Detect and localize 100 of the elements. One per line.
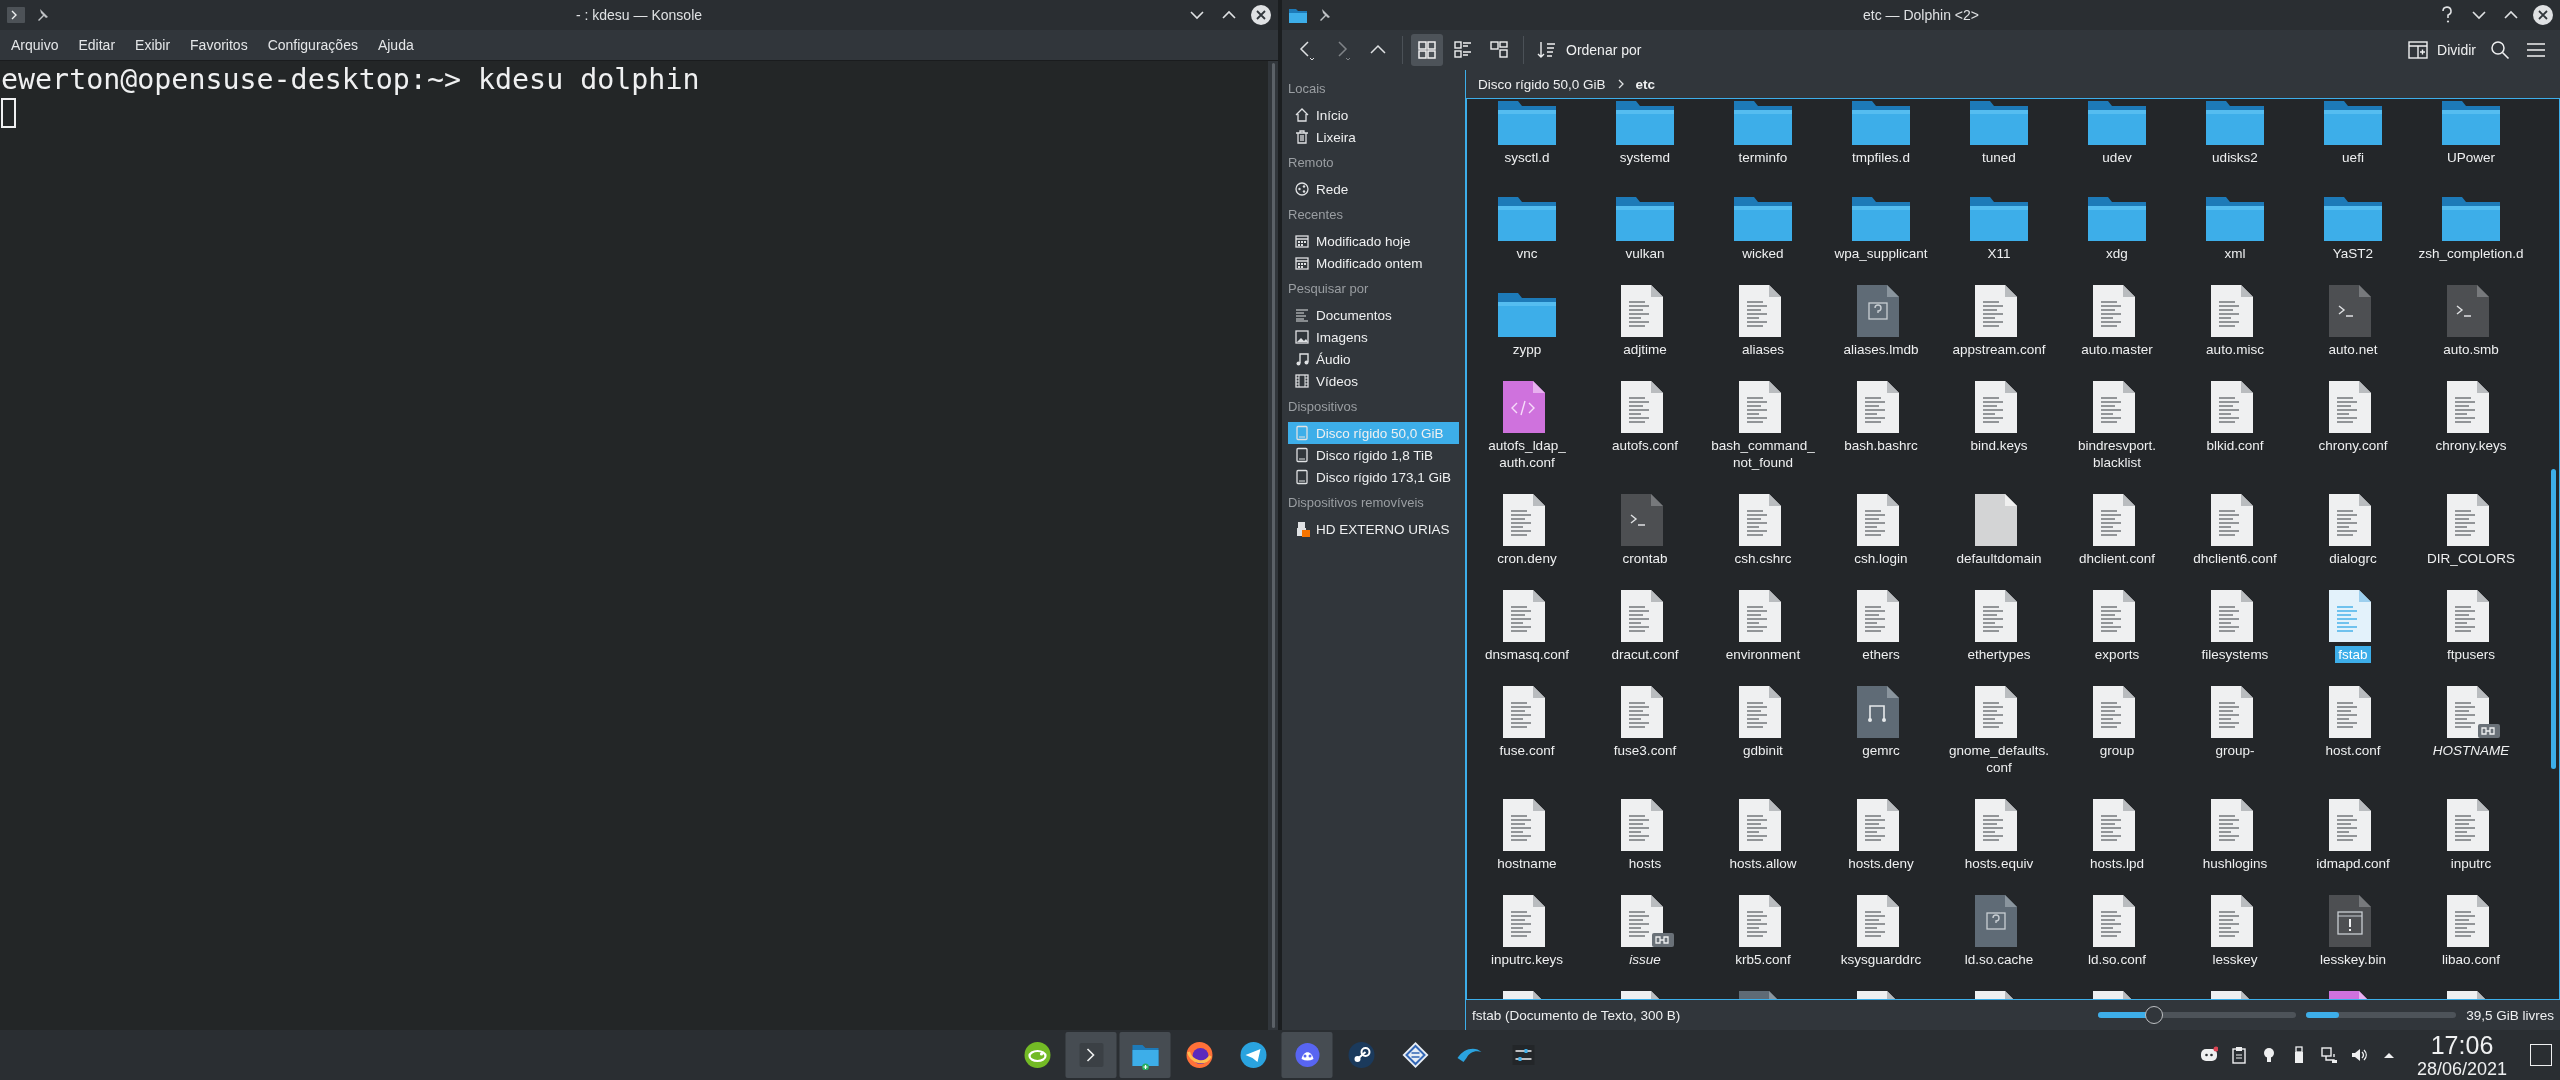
file-name[interactable]: uefi (2339, 149, 2367, 166)
file-name[interactable]: hosts (1625, 855, 1665, 872)
scrollbar[interactable] (1268, 61, 1278, 1030)
file-name[interactable]: group (2096, 742, 2138, 759)
sidebar-item[interactable]: Áudio (1288, 348, 1459, 370)
file-name[interactable]: gdbinit (1740, 742, 1786, 759)
file-name[interactable]: hosts.allow (1726, 855, 1800, 872)
file-name[interactable]: zsh_completion.d (2415, 245, 2527, 262)
file-name[interactable]: HOSTNAME (2429, 742, 2513, 759)
file-name[interactable]: crontab (1619, 550, 1671, 567)
file-name[interactable]: chrony.conf (2315, 437, 2391, 454)
file-name[interactable]: autofs.conf (1608, 437, 1682, 454)
file-name[interactable]: group- (2212, 742, 2258, 759)
sidebar-item[interactable]: Vídeos (1288, 370, 1459, 392)
file-name[interactable]: krb5.conf (1732, 951, 1794, 968)
file-name[interactable]: exports (2091, 646, 2143, 663)
file-name[interactable]: hushlogins (2199, 855, 2271, 872)
file-name[interactable]: systemd (1616, 149, 1674, 166)
file-name[interactable]: issue (1626, 951, 1664, 968)
file-name[interactable]: host.conf (2322, 742, 2384, 759)
volume-icon[interactable] (2350, 1046, 2368, 1064)
clock-time[interactable]: 17:06 (2430, 1032, 2494, 1058)
file-name[interactable]: inputrc (2447, 855, 2495, 872)
sidebar-item[interactable]: Modificado ontem (1288, 252, 1459, 274)
file-name[interactable]: YaST2 (2329, 245, 2377, 262)
file-name[interactable]: sysctl.d (1501, 149, 1553, 166)
file-name[interactable]: libao.conf (2439, 951, 2503, 968)
file-name[interactable]: udev (2099, 149, 2135, 166)
slider-handle[interactable] (2144, 1006, 2163, 1024)
file-name[interactable]: hosts.lpd (2086, 855, 2147, 872)
file-name[interactable]: fuse.conf (1496, 742, 1558, 759)
file-name[interactable]: auto.master (2078, 341, 2156, 358)
file-name[interactable]: auto.net (2325, 341, 2381, 358)
file-name[interactable]: dnsmasq.conf (1481, 646, 1573, 663)
file-name[interactable]: environment (1722, 646, 1804, 663)
file-name[interactable]: lesskey.bin (2317, 951, 2389, 968)
file-name[interactable]: UPower (2444, 149, 2498, 166)
file-name[interactable]: hosts.deny (1845, 855, 1917, 872)
file-name[interactable]: wicked (1739, 245, 1787, 262)
file-name[interactable]: dhclient6.conf (2190, 550, 2280, 567)
file-name[interactable]: auto.misc (2203, 341, 2267, 358)
file-name[interactable]: filesystems (2198, 646, 2272, 663)
file-name[interactable]: aliases.lmdb (1840, 341, 1922, 358)
icons-view-button[interactable] (1411, 34, 1443, 66)
menu-item[interactable]: Editar (70, 33, 124, 57)
file-name[interactable]: gnome_defaults.conf (1943, 742, 2055, 776)
sidebar-item[interactable]: Modificado hoje (1288, 230, 1459, 252)
file-name[interactable]: dracut.conf (1608, 646, 1682, 663)
breadcrumb-item[interactable]: etc (1635, 76, 1656, 92)
file-name[interactable]: xml (2221, 245, 2249, 262)
file-name[interactable]: csh.cshrc (1731, 550, 1795, 567)
file-name[interactable]: fuse3.conf (1610, 742, 1680, 759)
clipboard-icon[interactable] (2230, 1046, 2248, 1064)
file-name[interactable]: autofs_ldap_auth.conf (1471, 437, 1583, 471)
sidebar-item[interactable]: Imagens (1288, 326, 1459, 348)
file-name[interactable]: hostname (1494, 855, 1560, 872)
zoom-slider[interactable] (2098, 1006, 2297, 1024)
file-name[interactable]: udisks2 (2209, 149, 2261, 166)
menu-item[interactable]: Configurações (259, 33, 366, 57)
file-name[interactable]: adjtime (1620, 341, 1670, 358)
file-name[interactable]: DIR_COLORS (2424, 550, 2518, 567)
close-icon[interactable] (1250, 4, 1272, 26)
file-name[interactable]: vnc (1513, 245, 1541, 262)
file-name[interactable]: auto.smb (2440, 341, 2502, 358)
file-name[interactable]: aliases (1739, 341, 1787, 358)
scrollbar[interactable] (2550, 469, 2556, 769)
breadcrumb-item[interactable]: Disco rígido 50,0 GiB (1478, 76, 1606, 92)
file-name[interactable]: X11 (1984, 245, 2014, 262)
file-name[interactable]: xdg (2103, 245, 2131, 262)
file-name[interactable]: ld.so.conf (2085, 951, 2149, 968)
file-name[interactable]: chrony.keys (2432, 437, 2510, 454)
sidebar-item[interactable]: Início (1288, 104, 1459, 126)
sidebar-item[interactable]: Documentos (1288, 304, 1459, 326)
file-name[interactable]: gemrc (1859, 742, 1903, 759)
close-icon[interactable] (2532, 4, 2554, 26)
file-name[interactable]: csh.login (1851, 550, 1911, 567)
sidebar-item[interactable]: Disco rígido 1,8 TiB (1288, 444, 1459, 466)
file-name[interactable]: blkid.conf (2203, 437, 2267, 454)
file-name[interactable]: bindresvport.blacklist (2061, 437, 2173, 471)
sidebar-item[interactable]: Rede (1288, 178, 1459, 200)
menu-item[interactable]: Arquivo (3, 33, 67, 57)
file-name[interactable]: idmapd.conf (2313, 855, 2393, 872)
clock-date[interactable]: 28/06/2021 (2416, 1059, 2508, 1078)
file-name[interactable]: bind.keys (1967, 437, 2031, 454)
show-desktop-button[interactable] (2530, 1044, 2552, 1066)
network-icon[interactable] (2320, 1046, 2338, 1064)
file-name[interactable]: ethertypes (1964, 646, 2034, 663)
file-name[interactable]: tuned (1979, 149, 2019, 166)
file-name[interactable]: ftpusers (2444, 646, 2498, 663)
file-name[interactable]: terminfo (1735, 149, 1791, 166)
file-name[interactable]: lesskey (2209, 951, 2261, 968)
file-name[interactable]: hosts.equiv (1961, 855, 2037, 872)
file-name[interactable]: ld.so.cache (1961, 951, 2037, 968)
taskbar-button[interactable] (1281, 1032, 1333, 1078)
file-name[interactable]: bash.bashrc (1841, 437, 1921, 454)
file-name[interactable]: bash_command_not_found (1707, 437, 1819, 471)
file-name[interactable]: wpa_supplicant (1831, 245, 1931, 262)
file-name[interactable]: dialogrc (2326, 550, 2380, 567)
file-name[interactable]: defaultdomain (1953, 550, 2045, 567)
file-name[interactable]: vulkan (1622, 245, 1668, 262)
